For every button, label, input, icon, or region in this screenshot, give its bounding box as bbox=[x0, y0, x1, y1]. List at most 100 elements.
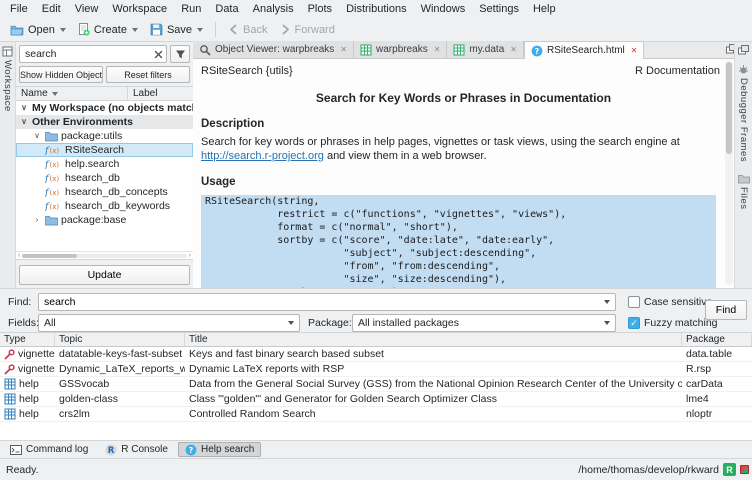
find-term-input[interactable] bbox=[39, 296, 604, 308]
cell-package: lme4 bbox=[682, 392, 752, 406]
dock-tab-debugger-frames[interactable]: Debugger Frames bbox=[738, 61, 749, 165]
rconsole-tab-icon: R bbox=[105, 444, 117, 456]
column-header-topic[interactable]: Topic bbox=[55, 333, 185, 346]
scroll-left-icon[interactable]: ‹ bbox=[18, 252, 20, 259]
workspace-search-input[interactable] bbox=[20, 46, 166, 62]
tree-item-package-base[interactable]: ›package:base bbox=[16, 213, 193, 227]
collapse-icon[interactable]: ∨ bbox=[19, 115, 29, 129]
tree-item-hsearch-db-keywords[interactable]: f(x)hsearch_db_keywords bbox=[16, 199, 193, 213]
workspace-search-field[interactable] bbox=[19, 45, 167, 63]
menu-help[interactable]: Help bbox=[526, 0, 563, 18]
forward-button[interactable]: Forward bbox=[274, 20, 341, 40]
chevron-down-icon bbox=[132, 28, 138, 32]
menu-data[interactable]: Data bbox=[208, 0, 245, 18]
close-tab-icon[interactable]: ✕ bbox=[340, 45, 347, 54]
tree-item-other-environments[interactable]: ∨Other Environments bbox=[16, 115, 193, 129]
r-engine-badge[interactable]: R bbox=[723, 463, 736, 476]
scrollbar-thumb[interactable] bbox=[22, 254, 77, 258]
cell-title: Class '"golden"' and Generator for Golde… bbox=[185, 392, 682, 406]
open-button-label: Open bbox=[28, 24, 55, 36]
tab-object-viewer-warpbreaks[interactable]: Object Viewer: warpbreaks✕ bbox=[193, 41, 354, 58]
tab-my-data[interactable]: my.data✕ bbox=[447, 41, 524, 58]
collapse-icon[interactable]: ∨ bbox=[32, 129, 42, 143]
menu-analysis[interactable]: Analysis bbox=[246, 0, 301, 18]
fuzzy-matching-label: Fuzzy matching bbox=[644, 317, 718, 329]
tab-rsitesearch-html[interactable]: ?RSiteSearch.html✕ bbox=[524, 41, 645, 59]
menu-windows[interactable]: Windows bbox=[414, 0, 473, 18]
menubar: FileEditViewWorkspaceRunDataAnalysisPlot… bbox=[0, 0, 752, 18]
reset-filters-button[interactable]: Reset filters bbox=[106, 66, 190, 83]
column-header-title[interactable]: Title bbox=[185, 333, 682, 346]
tab-warpbreaks[interactable]: warpbreaks✕ bbox=[354, 41, 447, 58]
result-row-golden-class[interactable]: helpgolden-classClass '"golden"' and Gen… bbox=[0, 392, 752, 407]
close-tab-icon[interactable]: ✕ bbox=[434, 45, 441, 54]
result-row-gssvocab[interactable]: helpGSSvocabData from the General Social… bbox=[0, 377, 752, 392]
svg-text:(x): (x) bbox=[50, 161, 60, 169]
fields-combobox[interactable]: All bbox=[38, 314, 300, 332]
result-row-crs2lm[interactable]: helpcrs2lmControlled Random Searchnloptr bbox=[0, 407, 752, 422]
column-header-label[interactable]: Label bbox=[128, 87, 157, 100]
tree-item-hsearch-db[interactable]: f(x)hsearch_db bbox=[16, 171, 193, 185]
result-row-datatable-keys-fast-subset[interactable]: vignettedatatable-keys-fast-subsetKeys a… bbox=[0, 347, 752, 362]
menu-file[interactable]: File bbox=[3, 0, 35, 18]
svg-text:R: R bbox=[108, 446, 115, 456]
result-row-dynamic-latex-reports-with-rsp[interactable]: vignetteDynamic_LaTeX_reports_with_RSPDy… bbox=[0, 362, 752, 377]
tree-item-help-search[interactable]: f(x)help.search bbox=[16, 157, 193, 171]
document-vertical-scrollbar[interactable] bbox=[725, 61, 733, 285]
float-dock-icon[interactable] bbox=[738, 45, 749, 55]
open-button[interactable]: Open bbox=[4, 20, 72, 40]
tree-item-rsitesearch[interactable]: f(x)RSiteSearch bbox=[16, 143, 193, 157]
usage-code-block[interactable]: RSiteSearch(string, restrict = c("functi… bbox=[201, 195, 716, 288]
svg-text:?: ? bbox=[535, 46, 540, 55]
case-sensitive-checkbox[interactable]: Case sensitive bbox=[628, 295, 712, 309]
menu-workspace[interactable]: Workspace bbox=[105, 0, 174, 18]
menu-distributions[interactable]: Distributions bbox=[339, 0, 414, 18]
find-term-combobox[interactable] bbox=[38, 293, 616, 311]
back-button[interactable]: Back bbox=[222, 20, 273, 40]
menu-settings[interactable]: Settings bbox=[472, 0, 526, 18]
tree-item-label: RSiteSearch bbox=[65, 143, 124, 157]
menu-run[interactable]: Run bbox=[174, 0, 208, 18]
results-header: TypeTopicTitlePackage bbox=[0, 333, 752, 347]
checkbox-box[interactable]: ✓ bbox=[628, 317, 640, 329]
show-hidden-objects-button[interactable]: Show Hidden Objects bbox=[19, 66, 103, 83]
tree-item-label: package:utils bbox=[61, 129, 122, 143]
cell-type: help bbox=[0, 407, 55, 421]
dock-tab-files[interactable]: Files bbox=[738, 171, 750, 213]
close-tab-icon[interactable]: ✕ bbox=[631, 46, 638, 55]
menu-edit[interactable]: Edit bbox=[35, 0, 68, 18]
tab-r-console[interactable]: RR Console bbox=[98, 442, 175, 457]
package-combobox[interactable]: All installed packages bbox=[352, 314, 616, 332]
workspace-icon bbox=[2, 46, 13, 57]
create-button[interactable]: Create bbox=[72, 20, 144, 40]
column-header-name[interactable]: Name bbox=[16, 87, 128, 100]
save-button[interactable]: Save bbox=[144, 20, 209, 40]
search-r-project-link[interactable]: http://search.r-project.org bbox=[201, 150, 324, 162]
tree-item-my-workspace-no-objects-matching-filter[interactable]: ∨My Workspace (no objects matching filte… bbox=[16, 101, 193, 115]
column-header-type[interactable]: Type bbox=[0, 333, 55, 346]
update-button[interactable]: Update bbox=[19, 265, 190, 285]
filter-options-button[interactable] bbox=[170, 45, 190, 63]
cell-type: vignette bbox=[0, 362, 55, 376]
forward-arrow-icon bbox=[280, 24, 291, 35]
fuzzy-matching-checkbox[interactable]: ✓ Fuzzy matching bbox=[628, 316, 718, 330]
svg-text:(x): (x) bbox=[50, 147, 60, 155]
tree-horizontal-scrollbar[interactable]: ‹ › bbox=[16, 251, 193, 259]
column-header-package[interactable]: Package bbox=[682, 333, 752, 346]
tab-workspace[interactable]: Workspace bbox=[2, 60, 13, 112]
tree-item-package-utils[interactable]: ∨ package:utils bbox=[16, 129, 193, 143]
scroll-right-icon[interactable]: › bbox=[189, 252, 191, 259]
clear-search-icon[interactable] bbox=[154, 50, 163, 59]
tree-item-hsearch-db-concepts[interactable]: f(x)hsearch_db_concepts bbox=[16, 185, 193, 199]
tab-command-log[interactable]: Command log bbox=[3, 442, 95, 457]
tree-item-label: Other Environments bbox=[32, 115, 133, 129]
collapse-icon[interactable]: ∨ bbox=[19, 101, 29, 115]
close-tab-icon[interactable]: ✕ bbox=[510, 45, 517, 54]
scrollbar-thumb[interactable] bbox=[726, 62, 732, 154]
scrollbar-track[interactable] bbox=[22, 254, 186, 258]
checkbox-box[interactable] bbox=[628, 296, 640, 308]
menu-view[interactable]: View bbox=[68, 0, 106, 18]
tab-help-search[interactable]: ?Help search bbox=[178, 442, 261, 457]
menu-plots[interactable]: Plots bbox=[301, 0, 339, 18]
expand-icon[interactable]: › bbox=[32, 213, 42, 227]
